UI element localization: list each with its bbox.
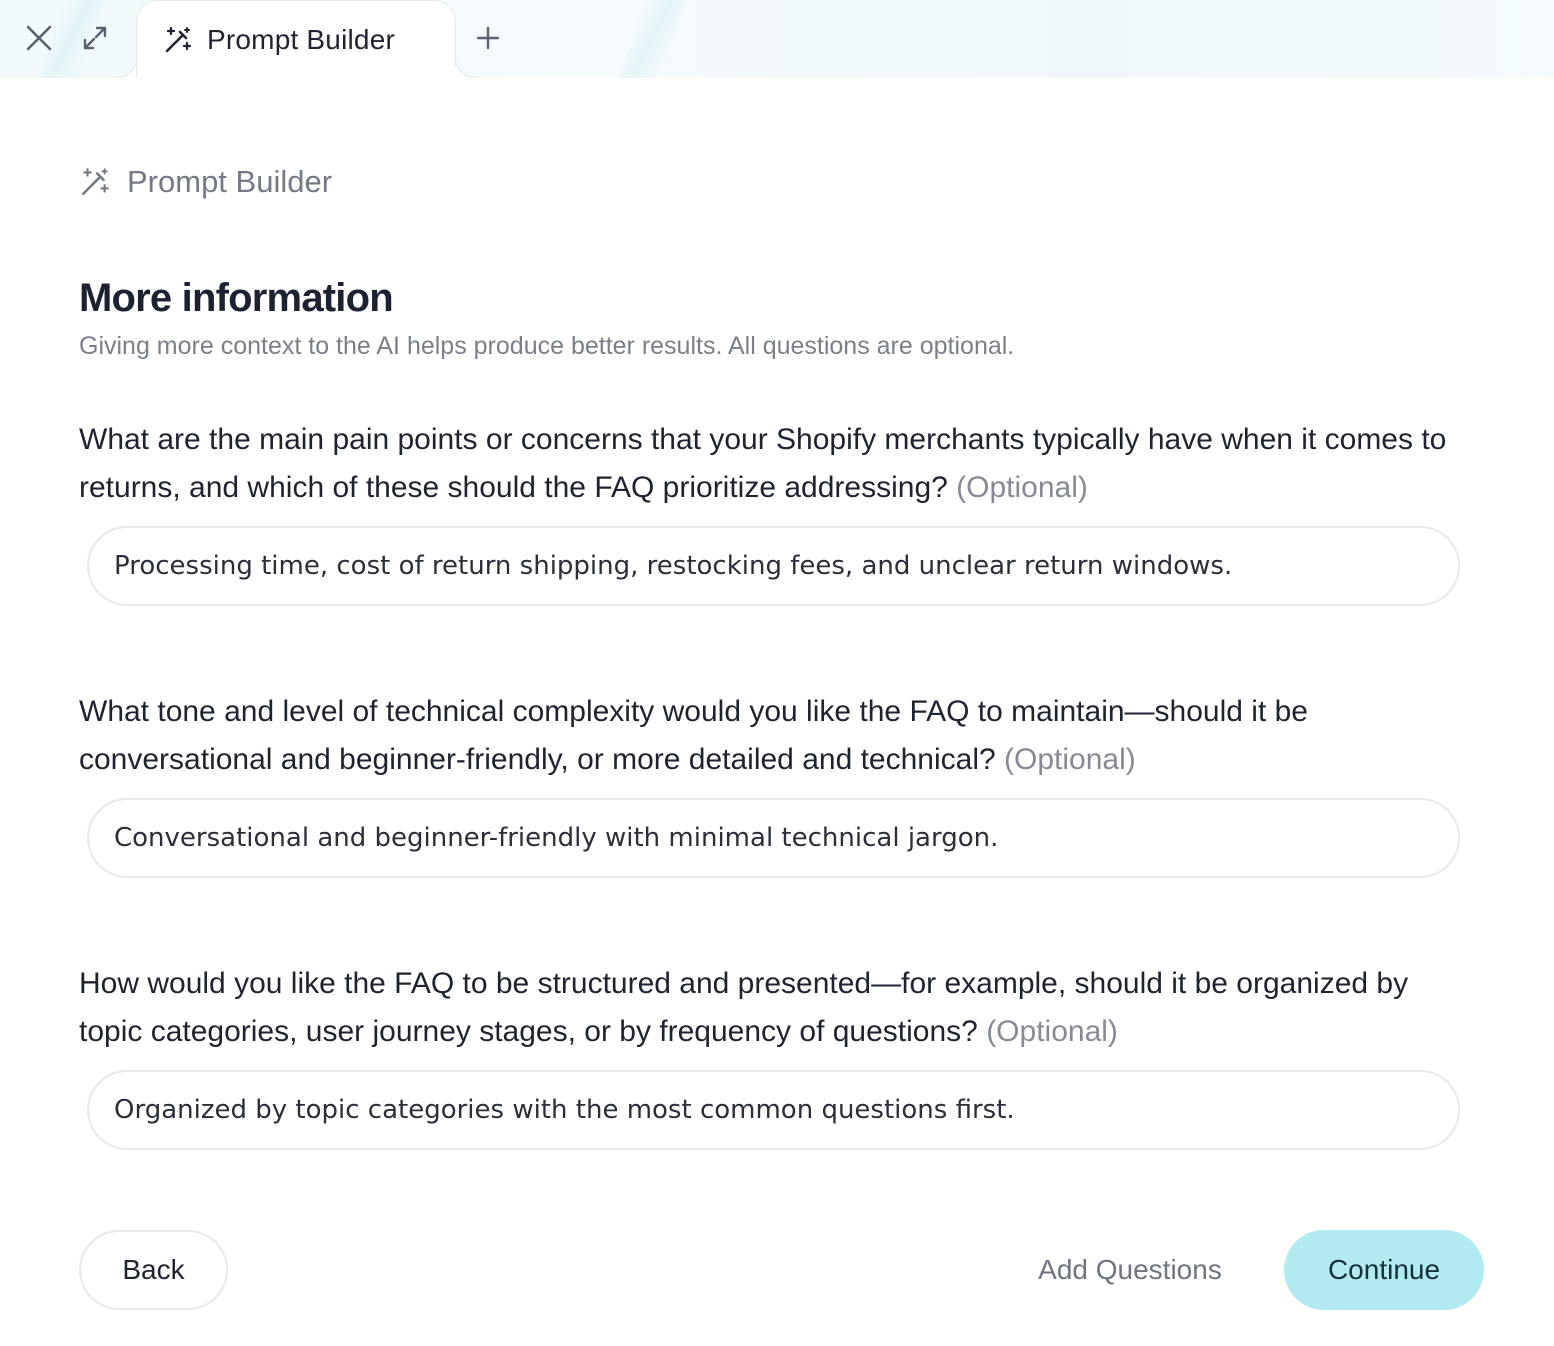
optional-label: (Optional) [1004, 743, 1136, 776]
question-text: What are the main pain points or concern… [79, 423, 1447, 504]
page-title: More information [79, 276, 394, 320]
close-button[interactable] [17, 16, 61, 60]
answer-text: Organized by topic categories with the m… [114, 1095, 1015, 1125]
optional-label: (Optional) [986, 1015, 1118, 1048]
answer-text: Processing time, cost of return shipping… [114, 551, 1233, 581]
plus-icon [476, 26, 500, 50]
answer-text: Conversational and beginner-friendly wit… [114, 823, 999, 853]
tab-label: Prompt Builder [207, 23, 395, 55]
breadcrumb-label: Prompt Builder [127, 164, 333, 199]
continue-button[interactable]: Continue [1284, 1230, 1484, 1310]
add-questions-button[interactable]: Add Questions [1010, 1230, 1250, 1310]
page-breadcrumb: Prompt Builder [79, 164, 332, 200]
question-2: What tone and level of technical complex… [79, 688, 1479, 784]
answer-field-1[interactable]: Processing time, cost of return shipping… [87, 526, 1460, 606]
answer-field-3[interactable]: Organized by topic categories with the m… [87, 1070, 1460, 1150]
tab-corner [117, 58, 137, 78]
back-button[interactable]: Back [79, 1230, 228, 1310]
magic-wand-icon [165, 26, 192, 52]
optional-label: (Optional) [956, 471, 1088, 504]
question-text: How would you like the FAQ to be structu… [79, 967, 1409, 1048]
tab-corner [455, 58, 475, 78]
top-bar: Prompt Builder [0, 0, 1554, 78]
tab-prompt-builder[interactable]: Prompt Builder [136, 0, 456, 78]
expand-button[interactable] [73, 16, 117, 60]
page-subtitle: Giving more context to the AI helps prod… [79, 332, 1015, 360]
decorative-stroke [619, 0, 685, 78]
close-icon [26, 25, 52, 51]
question-3: How would you like the FAQ to be structu… [79, 960, 1479, 1056]
expand-icon [83, 26, 107, 50]
new-tab-button[interactable] [466, 16, 510, 60]
answer-field-2[interactable]: Conversational and beginner-friendly wit… [87, 798, 1460, 878]
magic-wand-icon [81, 168, 109, 196]
question-1: What are the main pain points or concern… [79, 416, 1479, 512]
